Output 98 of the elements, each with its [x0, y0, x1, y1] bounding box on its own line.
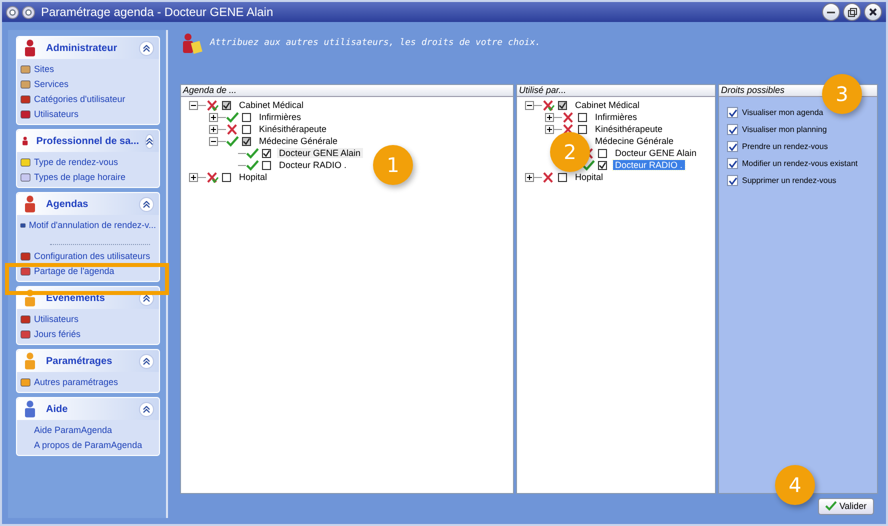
close-button[interactable] — [864, 3, 882, 21]
item-icon — [20, 172, 31, 182]
sidebar-link[interactable]: Utilisateurs — [34, 109, 79, 119]
sidebar-link[interactable]: A propos de ParamAgenda — [34, 440, 142, 450]
instruction-text: Attribuez aux autres utilisateurs, les droits de votre choix. — [210, 38, 541, 48]
restore-button[interactable] — [843, 3, 861, 21]
sidebar-link[interactable]: Type de rendez-vous — [34, 157, 118, 167]
checkbox[interactable] — [242, 124, 251, 134]
checkbox[interactable] — [578, 124, 587, 134]
tree-item[interactable]: Hopital — [237, 172, 270, 182]
tree-item[interactable]: Cabinet Médical — [237, 100, 306, 110]
double-chevron-icon — [143, 200, 150, 208]
tree-item[interactable]: Cabinet Médical — [573, 100, 642, 110]
checkbox[interactable] — [262, 148, 271, 158]
tree-item[interactable]: Kinésithérapeute — [257, 124, 329, 134]
collapse-button[interactable] — [139, 402, 154, 416]
sidebar-link[interactable]: Catégories d'utilisateur — [34, 94, 126, 104]
sidebar-link[interactable]: Partage de l'agenda — [34, 266, 114, 276]
sidebar-link[interactable]: Configuration des utilisateurs — [34, 251, 150, 261]
double-chevron-icon — [143, 358, 150, 364]
item-icon — [20, 266, 31, 276]
window-title: Paramétrage agenda - Docteur GENE Alain — [41, 5, 274, 19]
minimize-button[interactable] — [822, 3, 840, 21]
collapse-button[interactable] — [139, 40, 154, 56]
checkbox-label: Supprimer un rendez-vous — [742, 176, 836, 185]
tree-item[interactable]: Infirmières — [593, 112, 640, 122]
tree-item[interactable]: Docteur GENE Alain — [277, 148, 363, 158]
tree-item[interactable]: Médecine Générale — [257, 136, 340, 146]
restore-icon — [848, 8, 856, 16]
sidebar-link[interactable]: Services — [34, 79, 69, 89]
item-icon — [20, 78, 31, 90]
item-icon — [20, 314, 31, 324]
expander-icon[interactable] — [525, 172, 534, 182]
expander-icon[interactable] — [189, 100, 198, 110]
tree-item[interactable]: Kinésithérapeute — [593, 124, 665, 134]
person-icon — [180, 32, 204, 56]
collapse-button[interactable] — [145, 134, 154, 148]
collapse-button[interactable] — [139, 354, 154, 368]
tree-item[interactable]: Infirmières — [257, 112, 304, 122]
checkbox-label: Prendre un rendez-vous — [742, 142, 828, 151]
checkbox[interactable] — [598, 160, 607, 170]
expander-icon[interactable] — [189, 172, 198, 182]
validate-button[interactable]: Valider — [818, 498, 874, 514]
check-icon — [825, 501, 838, 511]
callout-badge: 3 — [822, 74, 862, 114]
expander-icon[interactable] — [209, 136, 218, 146]
collapse-button[interactable] — [139, 196, 154, 212]
expander-icon[interactable] — [209, 124, 218, 134]
sidebar-link[interactable]: Motif d'annulation de rendez-v... — [28, 220, 156, 230]
checkbox[interactable] — [222, 172, 231, 182]
checkbox-label: Visualiser mon planning — [742, 125, 827, 134]
checkbox[interactable] — [727, 158, 738, 169]
checkbox[interactable] — [222, 100, 231, 110]
checkbox[interactable] — [242, 112, 251, 122]
double-chevron-icon — [143, 294, 150, 302]
sidebar-link[interactable]: Jours fériés — [34, 329, 81, 339]
checkbox[interactable] — [262, 160, 271, 170]
minimize-icon — [827, 10, 835, 14]
item-icon — [20, 376, 31, 388]
item-icon — [20, 64, 31, 74]
checkbox[interactable] — [598, 148, 607, 158]
tree-item[interactable]: Docteur GENE Alain — [613, 148, 699, 158]
checkbox[interactable] — [242, 136, 251, 146]
expander-icon[interactable] — [545, 124, 554, 134]
checkbox-label: Visualiser mon agenda — [742, 108, 824, 117]
column-header: Agenda de ... — [181, 85, 513, 97]
double-chevron-icon — [143, 406, 150, 412]
sidebar-link[interactable]: Sites — [34, 64, 54, 74]
checkbox[interactable] — [727, 124, 738, 135]
checkbox[interactable] — [727, 141, 738, 152]
checkbox[interactable] — [558, 100, 567, 110]
column-header: Utilisé par... — [517, 85, 715, 97]
sidebar-link[interactable]: Autres paramétrages — [34, 377, 118, 387]
tree-item[interactable]: Docteur RADIO . — [277, 160, 349, 170]
checkbox[interactable] — [727, 107, 738, 118]
sidebar-link[interactable]: Utilisateurs — [34, 314, 79, 324]
double-chevron-icon — [146, 138, 153, 144]
item-icon — [20, 250, 31, 262]
checkbox[interactable] — [578, 112, 587, 122]
expander-icon[interactable] — [525, 100, 534, 110]
system-menu-icon[interactable] — [6, 6, 19, 18]
item-icon — [20, 156, 31, 168]
sidebar-link[interactable]: Types de plage horaire — [34, 172, 126, 182]
double-chevron-icon — [143, 44, 150, 52]
tree-item[interactable]: Docteur RADIO . — [613, 160, 685, 170]
checkbox[interactable] — [558, 172, 567, 182]
tree-item[interactable]: Médecine Générale — [593, 136, 676, 146]
options-icon[interactable] — [22, 6, 35, 18]
expander-icon[interactable] — [545, 112, 554, 122]
expander-icon[interactable] — [209, 112, 218, 122]
tree-item[interactable]: Hopital — [573, 172, 606, 182]
checkbox[interactable] — [727, 175, 738, 186]
item-icon — [20, 108, 31, 120]
close-icon — [869, 8, 877, 16]
checkbox-label: Modifier un rendez-vous existant — [742, 159, 858, 168]
item-icon — [20, 94, 31, 104]
sidebar-link[interactable]: Aide ParamAgenda — [34, 425, 112, 435]
item-icon — [20, 328, 31, 340]
